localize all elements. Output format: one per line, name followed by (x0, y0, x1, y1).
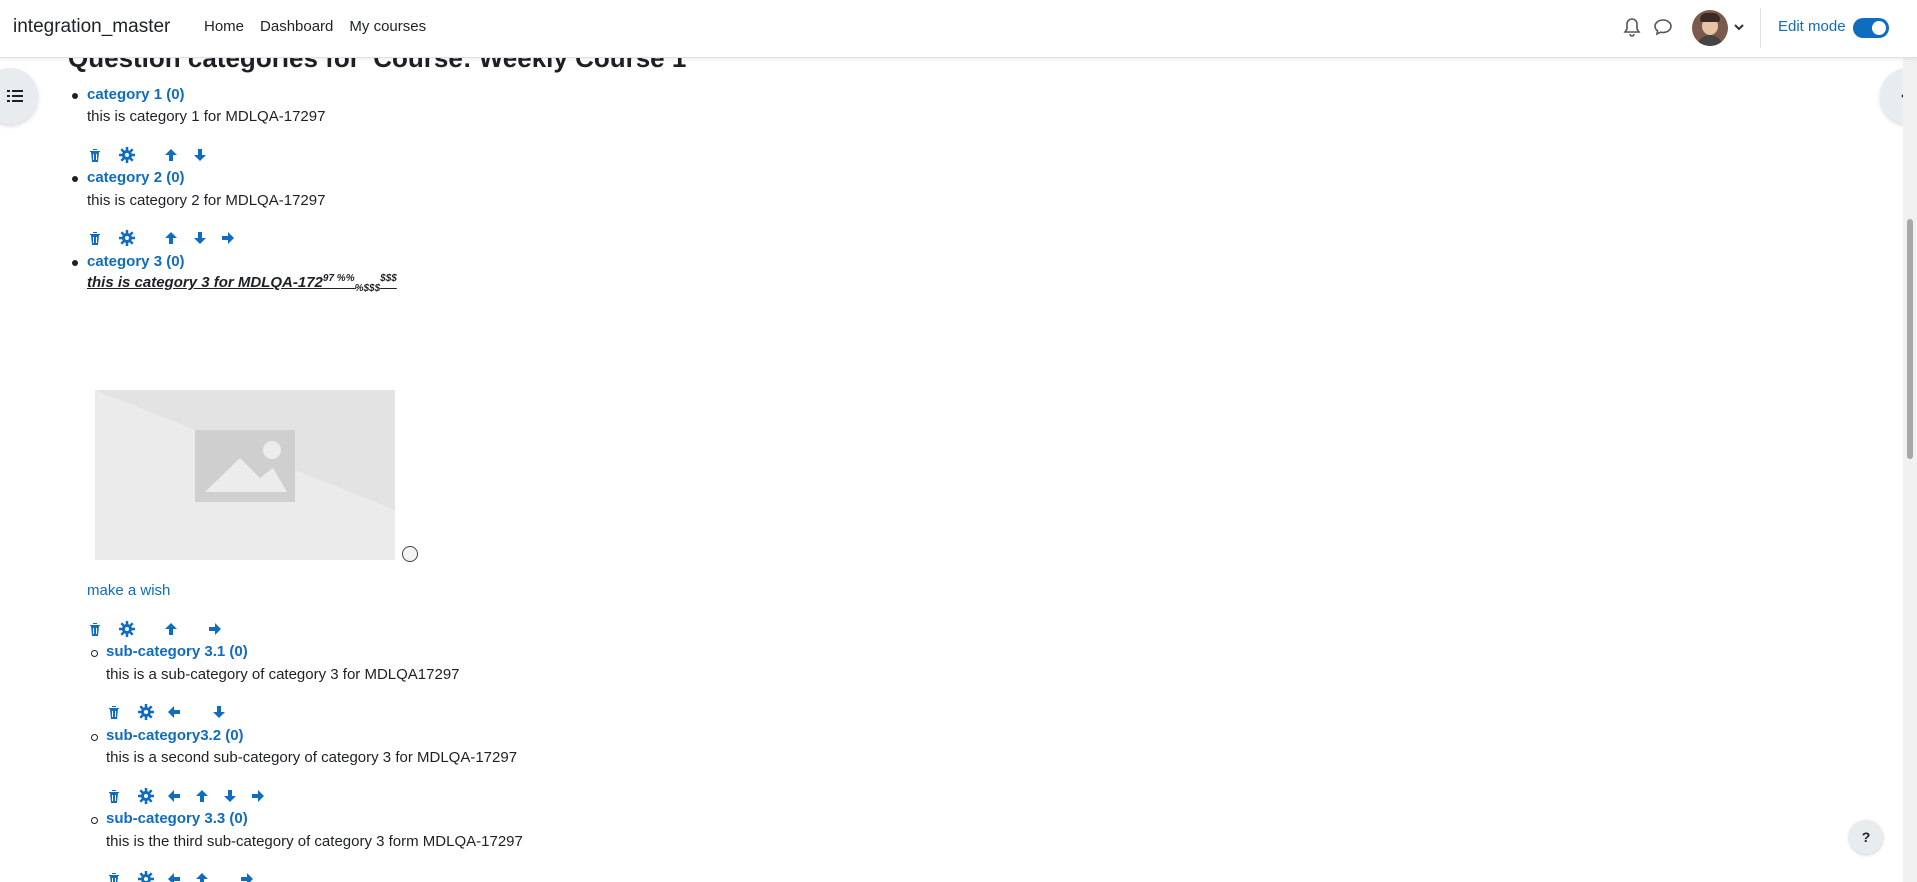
make-a-wish-link[interactable]: make a wish (87, 582, 170, 599)
top-navbar: integration_master Home Dashboard My cou… (0, 0, 1917, 58)
subcategory-link[interactable]: sub-category 3.1 (0) (106, 643, 248, 660)
category-description: this is category 2 for MDLQA-17297 (87, 192, 326, 209)
delete-icon[interactable] (87, 230, 105, 248)
category-link[interactable]: category 1 (0) (87, 86, 185, 103)
delete-icon[interactable] (87, 147, 105, 165)
category-list-item: category 1 (0) (72, 86, 185, 103)
category-list-item: category 2 (0) (72, 169, 185, 186)
scrollbar-thumb[interactable] (1907, 219, 1913, 459)
gear-icon[interactable] (138, 788, 156, 806)
edit-mode-label[interactable]: Edit mode (1778, 18, 1846, 35)
main-content: Question categories for 'Course: Weekly … (0, 0, 1900, 882)
gear-icon[interactable] (119, 147, 137, 165)
arrow-left-icon[interactable] (166, 871, 184, 882)
image-placeholder (95, 390, 395, 560)
nav-dashboard-link[interactable]: Dashboard (260, 18, 333, 35)
arrow-left-icon[interactable] (166, 704, 184, 722)
user-avatar[interactable] (1692, 10, 1728, 46)
gear-icon[interactable] (138, 704, 156, 722)
subcategory-link[interactable]: sub-category 3.3 (0) (106, 810, 248, 827)
subcategory-list-item: sub-category 3.3 (0) (91, 810, 248, 827)
site-brand[interactable]: integration_master (13, 16, 170, 38)
subcategory-description: this is the third sub-category of catego… (106, 833, 523, 850)
nav-home-link[interactable]: Home (204, 18, 244, 35)
help-button[interactable]: ? (1849, 820, 1883, 854)
arrow-down-icon[interactable] (222, 788, 240, 806)
category-link[interactable]: category 2 (0) (87, 169, 185, 186)
category-link[interactable]: category 3 (0) (87, 253, 185, 270)
chevron-down-icon[interactable] (1732, 20, 1746, 34)
subcategory-list-item: sub-category 3.1 (0) (91, 643, 248, 660)
gear-icon[interactable] (138, 871, 156, 882)
arrow-up-icon[interactable] (163, 230, 181, 248)
primary-navigation: Home Dashboard My courses (204, 18, 442, 35)
page-scrollbar[interactable] (1903, 57, 1917, 882)
category-description: this is category 1 for MDLQA-17297 (87, 108, 326, 125)
arrow-down-icon[interactable] (192, 230, 210, 248)
delete-icon[interactable] (106, 704, 124, 722)
delete-icon[interactable] (87, 621, 105, 639)
subcategory-description: this is a second sub-category of categor… (106, 749, 518, 766)
arrow-up-icon[interactable] (194, 871, 212, 882)
delete-icon[interactable] (106, 788, 124, 806)
arrow-up-icon[interactable] (194, 788, 212, 806)
smiley-icon (402, 546, 418, 562)
subcategory-description: this is a sub-category of category 3 for… (106, 666, 460, 683)
arrow-right-icon[interactable] (239, 871, 257, 882)
subcategory-list-item: sub-category3.2 (0) (91, 727, 244, 744)
nav-my-courses-link[interactable]: My courses (349, 18, 426, 35)
gear-icon[interactable] (119, 621, 137, 639)
navbar-divider (1760, 8, 1761, 48)
arrow-up-icon[interactable] (163, 621, 181, 639)
arrow-down-icon[interactable] (211, 704, 229, 722)
gear-icon[interactable] (119, 230, 137, 248)
list-icon (7, 90, 23, 102)
messages-icon[interactable] (1652, 16, 1674, 38)
arrow-right-icon[interactable] (220, 230, 238, 248)
delete-icon[interactable] (106, 871, 124, 882)
category-list-item: category 3 (0) (72, 253, 185, 270)
arrow-up-icon[interactable] (163, 147, 181, 165)
bell-icon[interactable] (1621, 16, 1643, 38)
arrow-down-icon[interactable] (192, 147, 210, 165)
edit-mode-toggle[interactable] (1853, 18, 1889, 38)
subcategory-link[interactable]: sub-category3.2 (0) (106, 727, 244, 744)
category-rich-description: this is category 3 for MDLQA-17297 %%%$$… (87, 273, 397, 294)
rich-description-superscript: 97 %% (322, 273, 355, 284)
rich-description-text: this is category 3 for MDLQA-172 (87, 274, 323, 291)
rich-description-superscript: $$$ (380, 273, 397, 284)
arrow-right-icon[interactable] (250, 788, 268, 806)
arrow-right-icon[interactable] (207, 621, 225, 639)
rich-description-subscript: %$$$ (354, 283, 381, 294)
arrow-left-icon[interactable] (166, 788, 184, 806)
